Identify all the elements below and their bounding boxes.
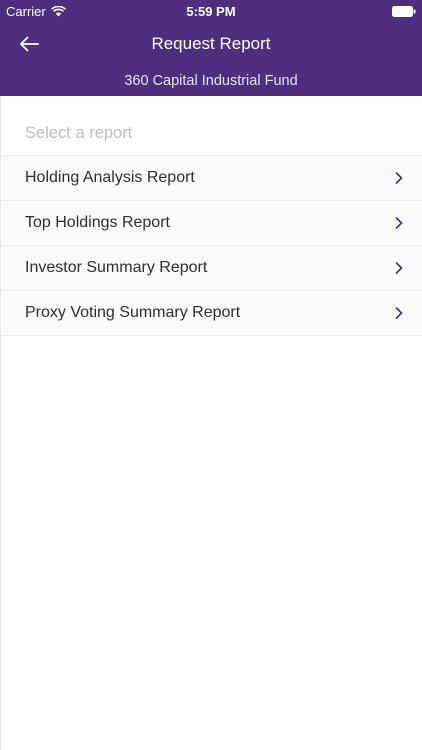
report-item-label: Proxy Voting Summary Report xyxy=(25,304,241,321)
chevron-right-icon xyxy=(395,172,403,184)
chevron-right-icon xyxy=(395,307,403,319)
report-list: Select a report Holding Analysis Report … xyxy=(0,96,422,750)
chevron-right-icon xyxy=(395,262,403,274)
carrier-label: Carrier xyxy=(6,3,46,19)
report-item-proxy-voting-summary[interactable]: Proxy Voting Summary Report xyxy=(1,291,422,336)
report-item-label: Investor Summary Report xyxy=(25,259,208,276)
report-item-label: Top Holdings Report xyxy=(25,214,170,231)
app-header: Carrier 5:59 PM Request Report 360 Capit… xyxy=(0,0,422,96)
select-report-placeholder: Select a report xyxy=(1,96,422,156)
fund-subtitle: 360 Capital Industrial Fund xyxy=(124,73,298,89)
chevron-right-icon xyxy=(395,217,403,229)
report-item-investor-summary[interactable]: Investor Summary Report xyxy=(1,246,422,291)
battery-icon xyxy=(392,5,416,17)
nav-bar: Request Report xyxy=(0,22,422,66)
page-title: Request Report xyxy=(151,34,271,53)
back-arrow-icon xyxy=(20,36,39,52)
wifi-icon xyxy=(50,5,66,16)
back-button[interactable] xyxy=(14,30,44,58)
status-left: Carrier xyxy=(6,4,66,19)
report-item-label: Holding Analysis Report xyxy=(25,169,195,186)
report-item-holding-analysis[interactable]: Holding Analysis Report xyxy=(1,156,422,201)
status-bar: Carrier 5:59 PM xyxy=(0,0,422,22)
report-item-top-holdings[interactable]: Top Holdings Report xyxy=(1,201,422,246)
